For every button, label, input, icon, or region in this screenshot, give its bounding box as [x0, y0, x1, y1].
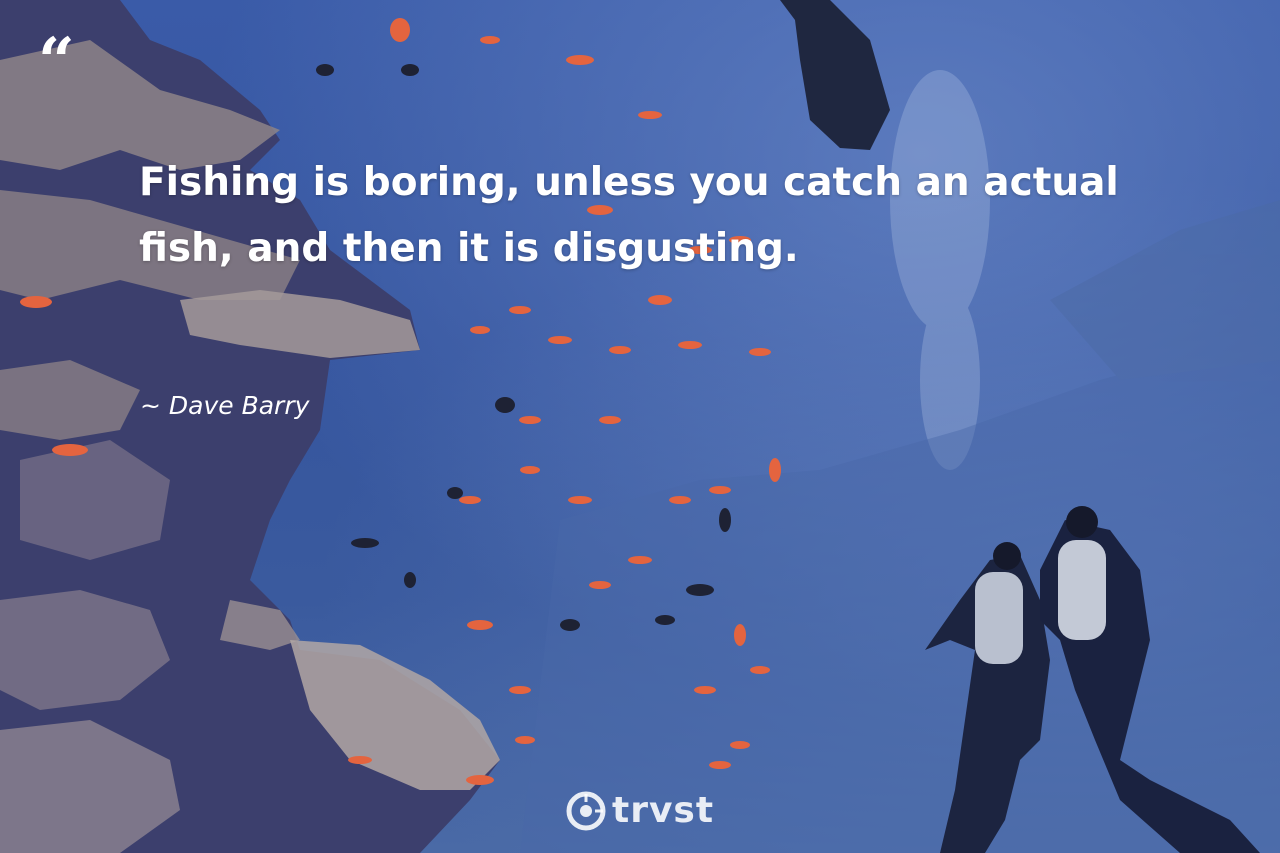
coral-reef — [0, 0, 500, 853]
quote-text: Fishing is boring, unless you catch an a… — [139, 160, 1119, 271]
brand-name: trvst — [612, 790, 715, 831]
dark-fish — [780, 0, 890, 150]
reef-scene — [0, 0, 1280, 853]
brand-watermark: trvst — [566, 790, 714, 831]
trvst-logo-icon — [566, 791, 606, 830]
quote-author: ~ Dave Barry — [140, 391, 310, 420]
distant-reef — [520, 200, 1280, 853]
quote-mark: “ — [38, 24, 75, 99]
underwater-background — [0, 0, 1280, 853]
